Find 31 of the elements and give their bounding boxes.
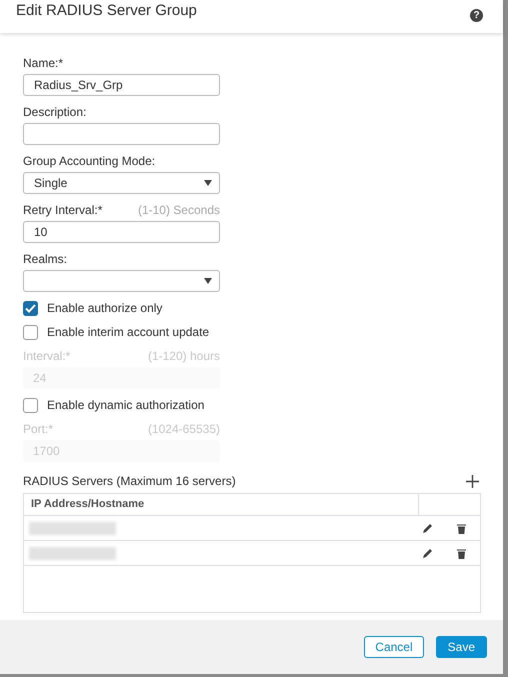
checkbox-label: Enable authorize only — [47, 300, 162, 317]
input-field[interactable] — [23, 123, 220, 145]
checkbox[interactable] — [23, 300, 38, 316]
column-header: IP Address/Hostname — [30, 497, 144, 512]
field-label: Description: — [23, 104, 86, 121]
checkbox[interactable] — [23, 324, 38, 340]
caret-icon — [204, 180, 212, 186]
caret-icon — [204, 278, 212, 284]
checkbox-label: Enable interim account update — [47, 324, 210, 341]
dialog-title: Edit RADIUS Server Group — [16, 1, 197, 22]
field-label: Retry Interval:* — [23, 202, 102, 219]
trash-icon[interactable] — [457, 548, 466, 558]
edit-icon[interactable] — [423, 523, 433, 533]
input-field[interactable]: 10 — [23, 221, 220, 243]
dropdown[interactable]: Single — [23, 172, 220, 194]
checkbox-label: Enable dynamic authorization — [47, 397, 204, 414]
cancel-button[interactable]: Cancel — [364, 636, 424, 658]
field-hint: (1-10) Seconds — [138, 202, 220, 219]
trash-icon[interactable] — [457, 522, 466, 534]
field-label: Group Accounting Mode: — [23, 153, 156, 170]
add-icon[interactable] — [466, 474, 479, 488]
field-label: Port:* — [23, 421, 54, 438]
field-label: Realms: — [23, 251, 68, 268]
save-button[interactable]: Save — [436, 636, 487, 658]
input-field[interactable]: Radius_Srv_Grp — [23, 74, 220, 96]
edit-icon[interactable] — [423, 548, 433, 558]
help-icon[interactable]: ? — [470, 8, 483, 22]
section-title: RADIUS Servers (Maximum 16 servers) — [23, 473, 236, 490]
checkbox[interactable] — [23, 398, 38, 412]
field-label: Interval:* — [23, 348, 70, 365]
field-label: Name:* — [23, 55, 64, 72]
